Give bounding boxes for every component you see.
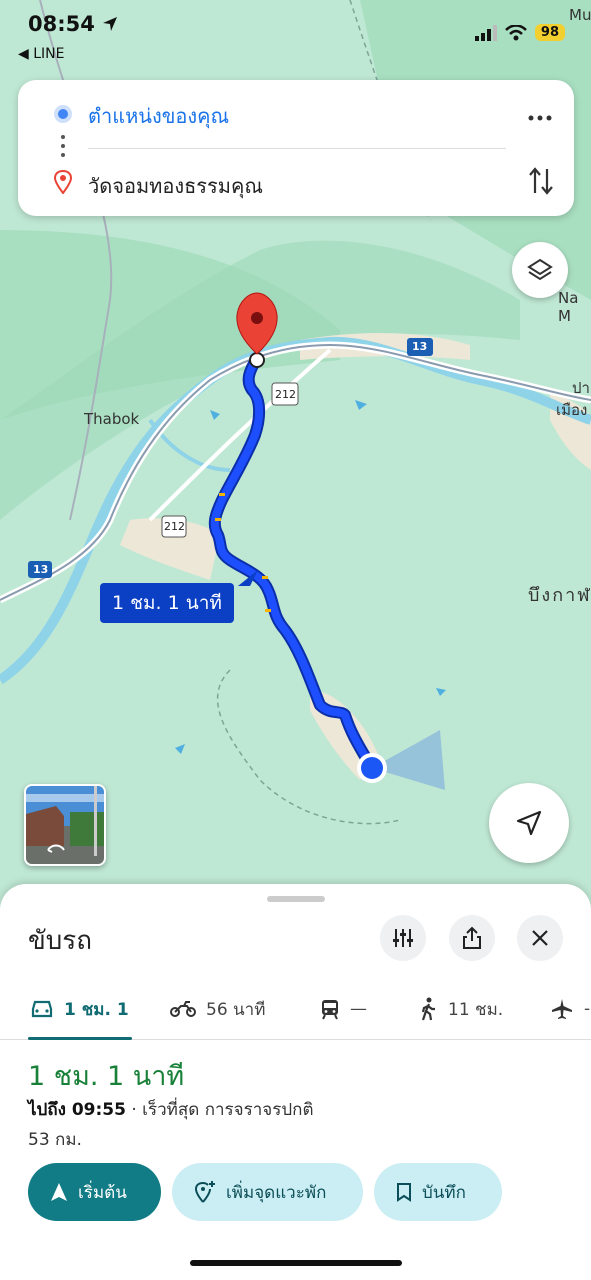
location-arrow-icon: [103, 17, 118, 31]
map-label-mueang: เมือง: [556, 401, 588, 419]
road-label-212-b: 212: [164, 520, 185, 533]
close-icon: [532, 930, 548, 946]
route-dots-icon: [61, 135, 65, 162]
tab-drive-label: 1 ชม. 1: [64, 999, 129, 1020]
tab-walk-label: 11 ชม.: [448, 999, 504, 1020]
motorcycle-icon: [170, 1001, 196, 1017]
layers-icon: [527, 258, 553, 281]
road-label-13-b: 13: [33, 563, 49, 576]
active-tab-indicator: [28, 1037, 132, 1040]
route-detail: · เร็วที่สุด การจราจรปกติ: [125, 1100, 314, 1120]
field-divider: [88, 148, 506, 149]
tab-flight[interactable]: -: [550, 979, 590, 1039]
my-location-button[interactable]: [489, 783, 569, 863]
tab-transit[interactable]: —: [320, 979, 367, 1039]
destination-field[interactable]: วัดจอมทองธรรมคุณ: [88, 170, 263, 202]
add-stop-icon: [194, 1181, 215, 1203]
share-button[interactable]: [449, 915, 495, 961]
sheet-title: ขับรถ: [28, 926, 92, 956]
road-label-212-a: 212: [275, 388, 296, 401]
walk-icon: [421, 997, 435, 1021]
map-label-pak: ปา: [572, 379, 590, 397]
tab-drive[interactable]: 1 ชม. 1: [28, 979, 132, 1040]
swap-button[interactable]: [528, 166, 554, 200]
arrival-time: ไปถึง 09:55: [28, 1100, 126, 1120]
directions-sheet: ขับรถ 1 ชม. 1 56 นาที — 11 ชม. - 1 ชม. 1…: [0, 884, 591, 1280]
destination-pin-small-icon: [54, 170, 72, 194]
route-label-pointer: [238, 570, 258, 586]
navigation-arrow-icon: [516, 810, 542, 836]
tab-flight-label: -: [584, 999, 591, 1019]
home-indicator[interactable]: [190, 1260, 402, 1266]
navigation-start-icon: [51, 1183, 67, 1201]
road-label-13-a: 13: [412, 340, 428, 353]
street-view-thumbnail[interactable]: [24, 784, 106, 866]
add-stop-button[interactable]: เพิ่มจุดแวะพัก: [172, 1163, 363, 1221]
arrival-info: ไปถึง 09:55 · เร็วที่สุด การจราจรปกติ: [28, 1096, 314, 1123]
map-label-na-m: Na M: [558, 289, 579, 325]
route-options-button[interactable]: [380, 915, 426, 961]
status-bar: 08:54 ◀ LINE 98: [0, 0, 591, 72]
swap-vertical-icon: [529, 167, 553, 195]
tab-motorcycle[interactable]: 56 นาที: [170, 979, 265, 1039]
cellular-signal-icon: [474, 24, 497, 41]
battery-indicator: 98: [534, 24, 565, 41]
travel-mode-tabs: 1 ชม. 1 56 นาที — 11 ชม. -: [0, 979, 591, 1040]
flight-icon: [552, 999, 572, 1019]
share-icon: [463, 926, 481, 949]
back-to-app-link[interactable]: ◀ LINE: [18, 46, 64, 62]
street-view-photo-icon: [26, 786, 104, 864]
map-label-thabok: Thabok: [84, 410, 140, 428]
add-stop-button-label: เพิ่มจุดแวะพัก: [226, 1182, 327, 1203]
origin-dot-icon: [54, 105, 72, 123]
layers-button[interactable]: [512, 242, 568, 298]
route-distance: 53 กม.: [28, 1130, 82, 1150]
origin-field[interactable]: ตำแหน่งของคุณ: [88, 100, 229, 132]
more-options-button[interactable]: [528, 102, 552, 127]
tune-icon: [393, 929, 413, 947]
save-button-label: บันทึก: [422, 1182, 466, 1203]
route-eta: 1 ชม. 1 นาที: [28, 1061, 185, 1092]
close-button[interactable]: [517, 915, 563, 961]
status-time: 08:54: [28, 12, 118, 36]
directions-card: ตำแหน่งของคุณ วัดจอมทองธรรมคุณ: [18, 80, 574, 216]
sheet-drag-handle[interactable]: [267, 896, 325, 902]
wifi-icon: [505, 24, 527, 40]
tab-transit-label: —: [350, 999, 367, 1019]
transit-icon: [322, 1000, 338, 1020]
start-button-label: เริ่มต้น: [78, 1182, 127, 1203]
bookmark-icon: [397, 1183, 411, 1202]
start-button[interactable]: เริ่มต้น: [28, 1163, 161, 1221]
map-label-bueng: บึงกาฬ: [528, 585, 591, 606]
car-icon: [31, 1000, 53, 1018]
more-horizontal-icon: [528, 115, 552, 121]
tab-walk[interactable]: 11 ชม.: [418, 979, 503, 1039]
tab-motorcycle-label: 56 นาที: [206, 999, 266, 1020]
route-duration-label[interactable]: 1 ชม. 1 นาที: [100, 583, 234, 623]
save-button[interactable]: บันทึก: [374, 1163, 502, 1221]
